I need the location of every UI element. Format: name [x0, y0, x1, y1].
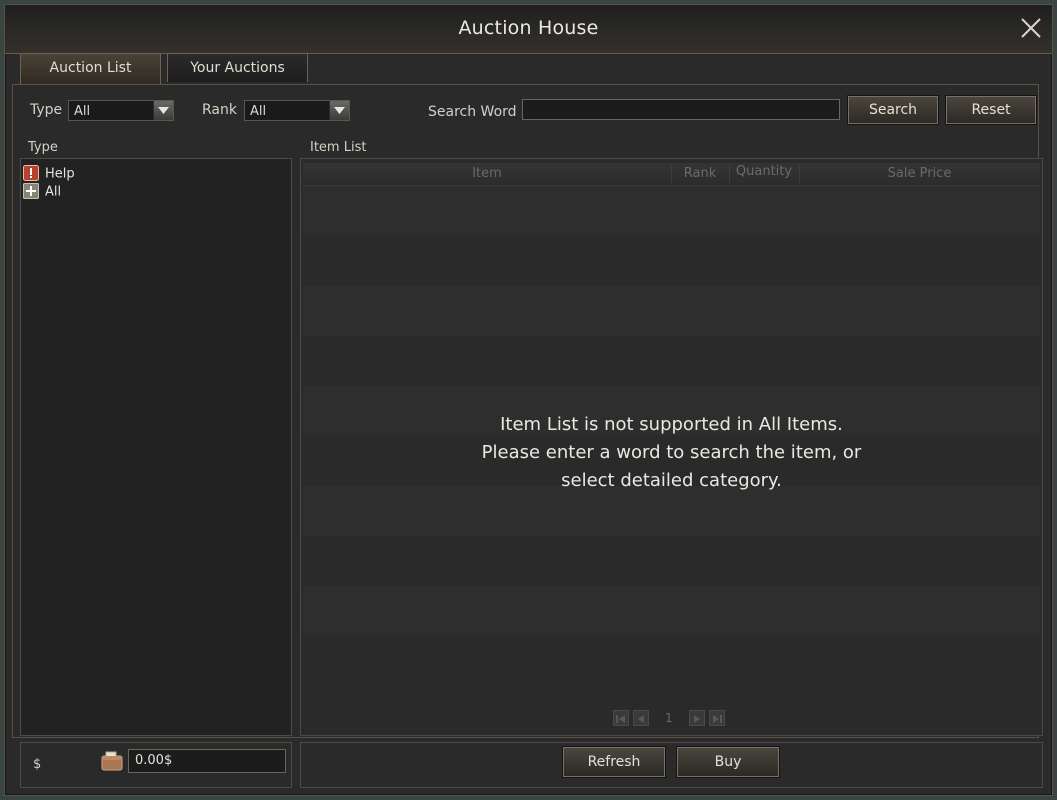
last-page-button[interactable] [709, 710, 725, 726]
reset-button[interactable]: Reset [946, 96, 1036, 124]
first-page-button[interactable] [613, 710, 629, 726]
category-tree: Help All [20, 158, 292, 736]
first-page-icon [616, 715, 625, 723]
tab-auction-list[interactable]: Auction List [20, 53, 161, 84]
search-word-label: Search Word [428, 104, 517, 120]
prev-page-button[interactable] [633, 710, 649, 726]
list-row [303, 186, 1040, 236]
exclamation-icon [23, 165, 39, 181]
tree-item-all[interactable]: All [23, 183, 62, 202]
column-header-quantity[interactable]: Quantity [729, 164, 799, 179]
prev-page-icon [638, 715, 644, 723]
next-page-button[interactable] [689, 710, 705, 726]
message-line: select detailed category. [561, 470, 782, 491]
message-line: Item List is not supported in All Items. [500, 414, 843, 435]
column-header-item[interactable]: Item [303, 166, 671, 181]
title-bar: Auction House [5, 5, 1052, 54]
chevron-down-icon [334, 107, 345, 114]
refresh-button[interactable]: Refresh [563, 747, 665, 777]
item-list-label: Item List [310, 140, 367, 155]
tab-your-auctions[interactable]: Your Auctions [167, 53, 308, 82]
filter-row: Type All Rank All Search Word Search Res… [26, 96, 1041, 124]
type-select[interactable]: All [68, 100, 174, 121]
buy-button[interactable]: Buy [677, 747, 779, 777]
page-number: 1 [665, 711, 673, 725]
tree-item-label: All [45, 184, 62, 200]
window-title: Auction House [458, 17, 599, 39]
last-page-icon [713, 715, 722, 723]
column-header-rank[interactable]: Rank [671, 166, 729, 181]
currency-label: $ [33, 757, 42, 772]
type-select-value: All [74, 104, 91, 119]
close-button[interactable] [1018, 15, 1044, 41]
search-input[interactable] [522, 99, 840, 120]
list-row [303, 286, 1040, 336]
chevron-down-icon [158, 107, 169, 114]
list-row [303, 336, 1040, 386]
rank-label: Rank [202, 102, 237, 118]
type-dropdown-arrow[interactable] [153, 101, 173, 120]
action-bar: Refresh Buy [300, 742, 1043, 788]
message-line: Please enter a word to search the item, … [481, 442, 862, 463]
type-label: Type [30, 102, 63, 118]
empty-list-message: Item List is not supported in All Items.… [303, 411, 1040, 495]
money-field: 0.00$ [128, 749, 286, 773]
list-row [303, 236, 1040, 286]
list-row [303, 586, 1040, 636]
rank-dropdown-arrow[interactable] [329, 101, 349, 120]
list-row [303, 636, 1040, 686]
item-list-panel: Item Rank Quantity Sale Price Item List … [300, 158, 1043, 736]
wallet-icon [101, 751, 123, 775]
search-button[interactable]: Search [848, 96, 938, 124]
tree-item-label: Help [45, 166, 75, 182]
plus-expand-icon[interactable] [23, 183, 39, 199]
type-panel-label: Type [28, 140, 58, 155]
rank-select[interactable]: All [244, 100, 350, 121]
money-panel: $ 0.00$ [20, 742, 292, 788]
rank-select-value: All [250, 104, 267, 119]
next-page-icon [694, 715, 700, 723]
pagination: 1 [613, 710, 733, 728]
list-row [303, 536, 1040, 586]
item-list-header: Item Rank Quantity Sale Price [303, 163, 1040, 186]
tree-item-help[interactable]: Help [23, 165, 75, 184]
close-icon [1021, 18, 1041, 38]
column-header-sale-price[interactable]: Sale Price [799, 166, 1040, 181]
